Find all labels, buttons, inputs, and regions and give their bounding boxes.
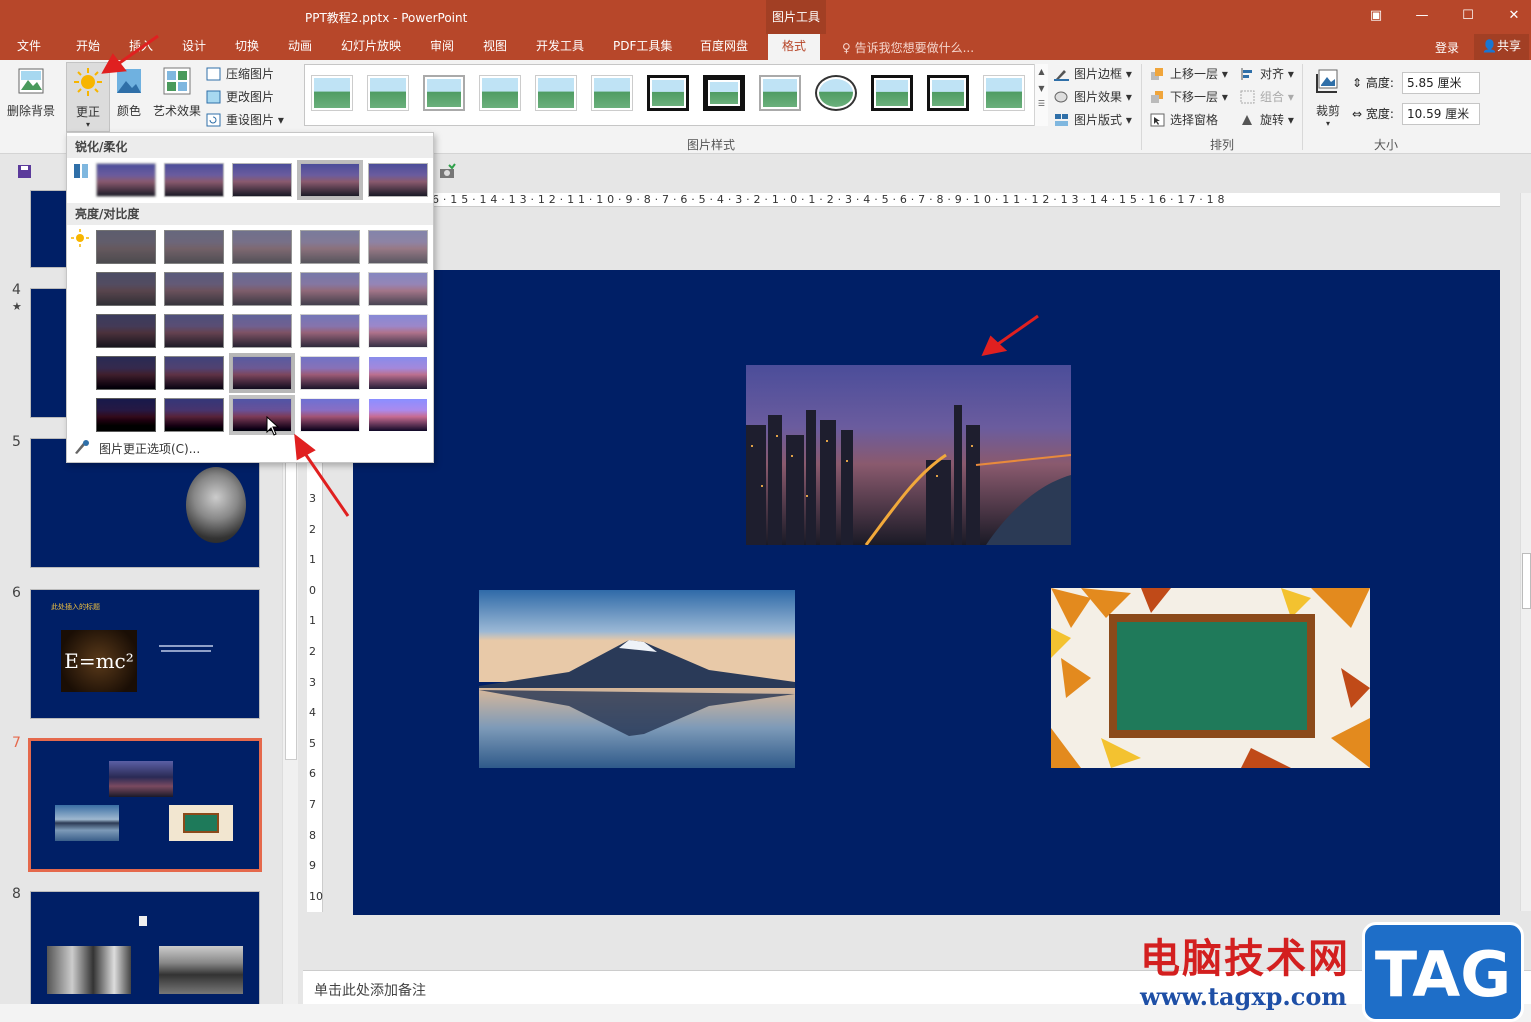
watermark-tag-logo: TAG <box>1362 922 1524 1022</box>
watermark-text: 电脑技术网 <box>1140 935 1350 982</box>
annotation-arrows <box>101 34 1039 517</box>
mouse-cursor-icon <box>266 416 280 436</box>
watermark-url: www.tagxp.com <box>1140 982 1347 1011</box>
